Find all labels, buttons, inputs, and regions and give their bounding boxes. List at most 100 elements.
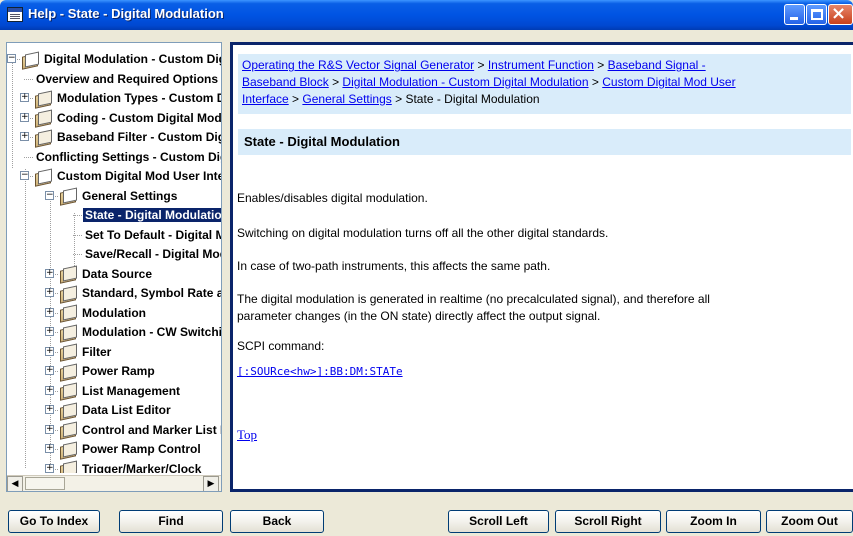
book-icon	[59, 365, 77, 379]
description-paragraph: parameter changes (in the ON state) dire…	[237, 309, 601, 323]
breadcrumb-link-custom-digital-mod-ui[interactable]: Custom Digital Mod User	[602, 75, 735, 89]
book-icon	[34, 92, 52, 106]
tree-connector-line	[73, 234, 83, 236]
tree-item-label: State - Digital Modulation	[83, 208, 221, 222]
title-bar[interactable]: Help - State - Digital Modulation ×	[0, 0, 853, 30]
tree-item-label: Coding - Custom Digital Modulation	[57, 110, 221, 125]
breadcrumb-link-general-settings[interactable]: General Settings	[302, 92, 391, 106]
zoom-in-button[interactable]: Zoom In	[666, 510, 761, 533]
maximize-icon	[811, 9, 823, 20]
breadcrumb-separator: >	[593, 58, 608, 72]
maximize-button[interactable]	[806, 4, 827, 25]
scpi-label: SCPI command:	[237, 339, 325, 353]
tree-item[interactable]: List Management	[59, 382, 182, 400]
expand-node-icon[interactable]: +	[20, 93, 29, 102]
expand-node-icon[interactable]: +	[45, 385, 54, 395]
book-icon	[34, 111, 52, 125]
description-paragraph: Switching on digital modulation turns of…	[237, 226, 609, 240]
tree-item-label: Power Ramp Control	[82, 442, 201, 456]
collapse-node-icon[interactable]: −	[20, 171, 29, 180]
tree-item[interactable]: Modulation - CW Switching	[59, 323, 221, 341]
help-window: Help - State - Digital Modulation × − Dig…	[0, 0, 853, 536]
go-to-index-button[interactable]: Go To Index	[8, 510, 100, 533]
tree-item[interactable]: Save/Recall - Digital Modulation	[83, 245, 221, 263]
expand-node-icon[interactable]: +	[45, 366, 54, 375]
scroll-left-button[interactable]: Scroll Left	[448, 510, 549, 533]
tree-item[interactable]: Conflicting Settings - Custom Digital Mo…	[34, 148, 221, 166]
collapse-node-icon[interactable]: −	[45, 190, 54, 200]
tree-item[interactable]: Modulation	[59, 304, 148, 322]
expand-node-icon[interactable]: +	[45, 268, 54, 278]
expand-node-icon[interactable]: +	[45, 288, 54, 297]
book-icon	[59, 306, 77, 320]
tree-item[interactable]: Coding - Custom Digital Modulation	[34, 109, 221, 127]
tree-item[interactable]: Modulation Types - Custom Digital Modula…	[34, 89, 221, 107]
tree-item[interactable]: Custom Digital Mod User Interface	[34, 167, 221, 185]
expand-node-icon[interactable]: +	[45, 444, 54, 453]
tree-item[interactable]: Power Ramp	[59, 362, 157, 380]
scrollbar-thumb[interactable]	[25, 477, 65, 490]
breadcrumb-link-baseband-block[interactable]: Baseband Block	[242, 75, 329, 89]
help-window-icon	[7, 7, 23, 22]
scpi-command-link[interactable]: [:SOURce<hw>]:BB:DM:STATe	[237, 365, 403, 378]
tree-item-label: Standard, Symbol Rate and Coding	[82, 286, 221, 300]
expand-node-icon[interactable]: +	[20, 112, 29, 122]
tree-item[interactable]: Trigger/Marker/Clock	[59, 460, 203, 474]
tree-item[interactable]: Control and Marker List Editor	[59, 421, 221, 439]
expand-node-icon[interactable]: +	[45, 346, 54, 356]
zoom-out-button[interactable]: Zoom Out	[766, 510, 853, 533]
tree-item[interactable]: General Settings	[59, 187, 179, 205]
tree-item[interactable]: Power Ramp Control	[59, 440, 203, 458]
scroll-right-button[interactable]: Scroll Right	[555, 510, 661, 533]
breadcrumb-link-baseband-signal[interactable]: Baseband Signal -	[608, 58, 706, 72]
breadcrumb-link-interface[interactable]: Interface	[242, 92, 289, 106]
breadcrumb-separator: >	[288, 92, 303, 106]
breadcrumb-link-digital-modulation[interactable]: Digital Modulation - Custom Digital Modu…	[342, 75, 588, 89]
tree-item-label: Modulation Types - Custom Digital Modula…	[57, 91, 221, 105]
tree-item[interactable]: Overview and Required Options	[34, 70, 220, 88]
expand-node-icon[interactable]: +	[45, 463, 54, 473]
find-button[interactable]: Find	[119, 510, 223, 533]
minimize-button[interactable]	[784, 4, 805, 25]
description-paragraph: In case of two-path instruments, this af…	[237, 259, 551, 273]
breadcrumb-separator: >	[474, 58, 488, 72]
tree-item[interactable]: Standard, Symbol Rate and Coding	[59, 284, 221, 302]
book-icon	[59, 423, 77, 437]
expand-node-icon[interactable]: +	[45, 424, 54, 434]
tree-item-label: Conflicting Settings - Custom Digital Mo…	[36, 149, 221, 164]
scroll-right-arrow-icon[interactable]: ▶	[203, 476, 219, 491]
tree-item[interactable]: Set To Default - Digital Modulation	[83, 226, 221, 244]
window-title: Help - State - Digital Modulation	[28, 6, 224, 21]
book-icon	[59, 287, 77, 301]
expand-node-icon[interactable]: +	[20, 132, 29, 141]
collapse-node-icon[interactable]: −	[7, 54, 16, 63]
tree-item[interactable]: Data Source	[59, 265, 154, 283]
back-button[interactable]: Back	[230, 510, 324, 533]
book-icon	[59, 267, 77, 281]
tree-item[interactable]: Data List Editor	[59, 401, 173, 419]
breadcrumb: Operating the R&S Vector Signal Generato…	[238, 54, 851, 114]
top-link[interactable]: Top	[237, 427, 257, 443]
close-button[interactable]: ×	[828, 3, 853, 25]
tree-connector-line	[24, 78, 34, 80]
breadcrumb-link-instrument-function[interactable]: Instrument Function	[488, 58, 594, 72]
expand-node-icon[interactable]: +	[45, 405, 54, 414]
tree-item[interactable]: Digital Modulation - Custom Digital Modu…	[21, 50, 221, 68]
expand-node-icon[interactable]: +	[45, 327, 54, 336]
tree-item[interactable]: Filter	[59, 343, 113, 361]
tree-horizontal-scrollbar[interactable]: ◀ ▶	[7, 475, 221, 491]
tree-item-label: Data List Editor	[82, 403, 171, 417]
breadcrumb-link-operating[interactable]: Operating the R&S Vector Signal Generato…	[242, 58, 474, 72]
book-icon	[34, 131, 52, 145]
tree-item[interactable]: Baseband Filter - Custom Digital Modulat…	[34, 128, 221, 146]
tree-item-label: Digital Modulation - Custom Digital Modu…	[44, 52, 221, 66]
breadcrumb-separator: >	[328, 75, 343, 89]
book-open-icon	[21, 53, 39, 67]
tree-connector-line	[73, 215, 83, 216]
tree-item-label: Trigger/Marker/Clock	[82, 461, 202, 474]
tree-item-label: Power Ramp	[82, 364, 155, 378]
expand-node-icon[interactable]: +	[45, 307, 54, 317]
scroll-left-arrow-icon[interactable]: ◀	[7, 476, 23, 491]
tree-connector-line	[73, 254, 83, 255]
tree-item[interactable]: State - Digital Modulation	[83, 206, 221, 224]
